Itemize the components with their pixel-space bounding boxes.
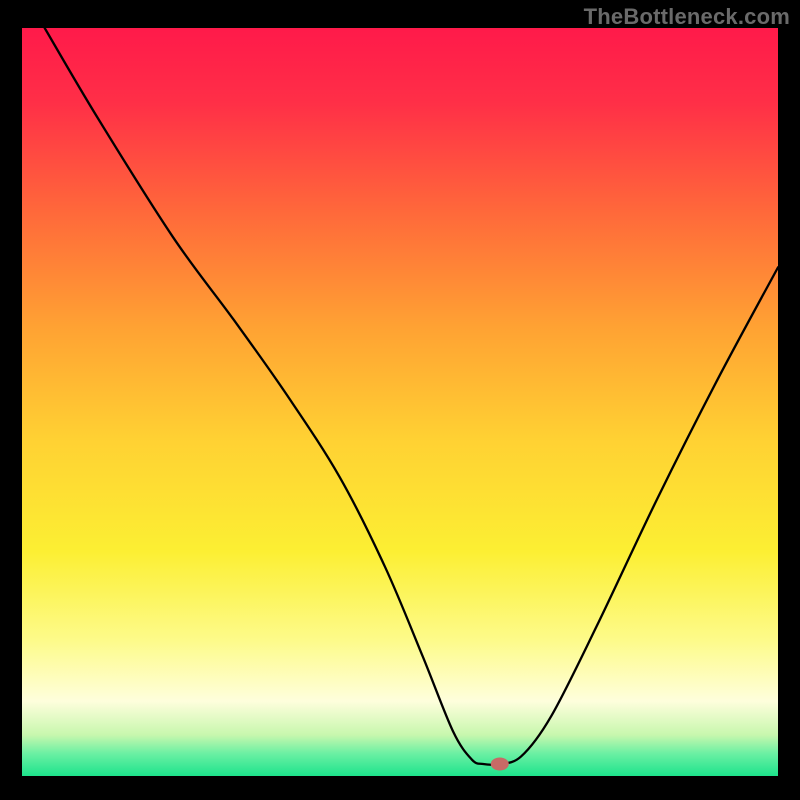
gradient-background: [22, 28, 778, 776]
watermark-text: TheBottleneck.com: [584, 4, 790, 30]
app-frame: TheBottleneck.com: [0, 0, 800, 800]
bottleneck-chart: [22, 28, 778, 776]
optimal-marker: [491, 758, 509, 771]
plot-area: [22, 28, 778, 776]
